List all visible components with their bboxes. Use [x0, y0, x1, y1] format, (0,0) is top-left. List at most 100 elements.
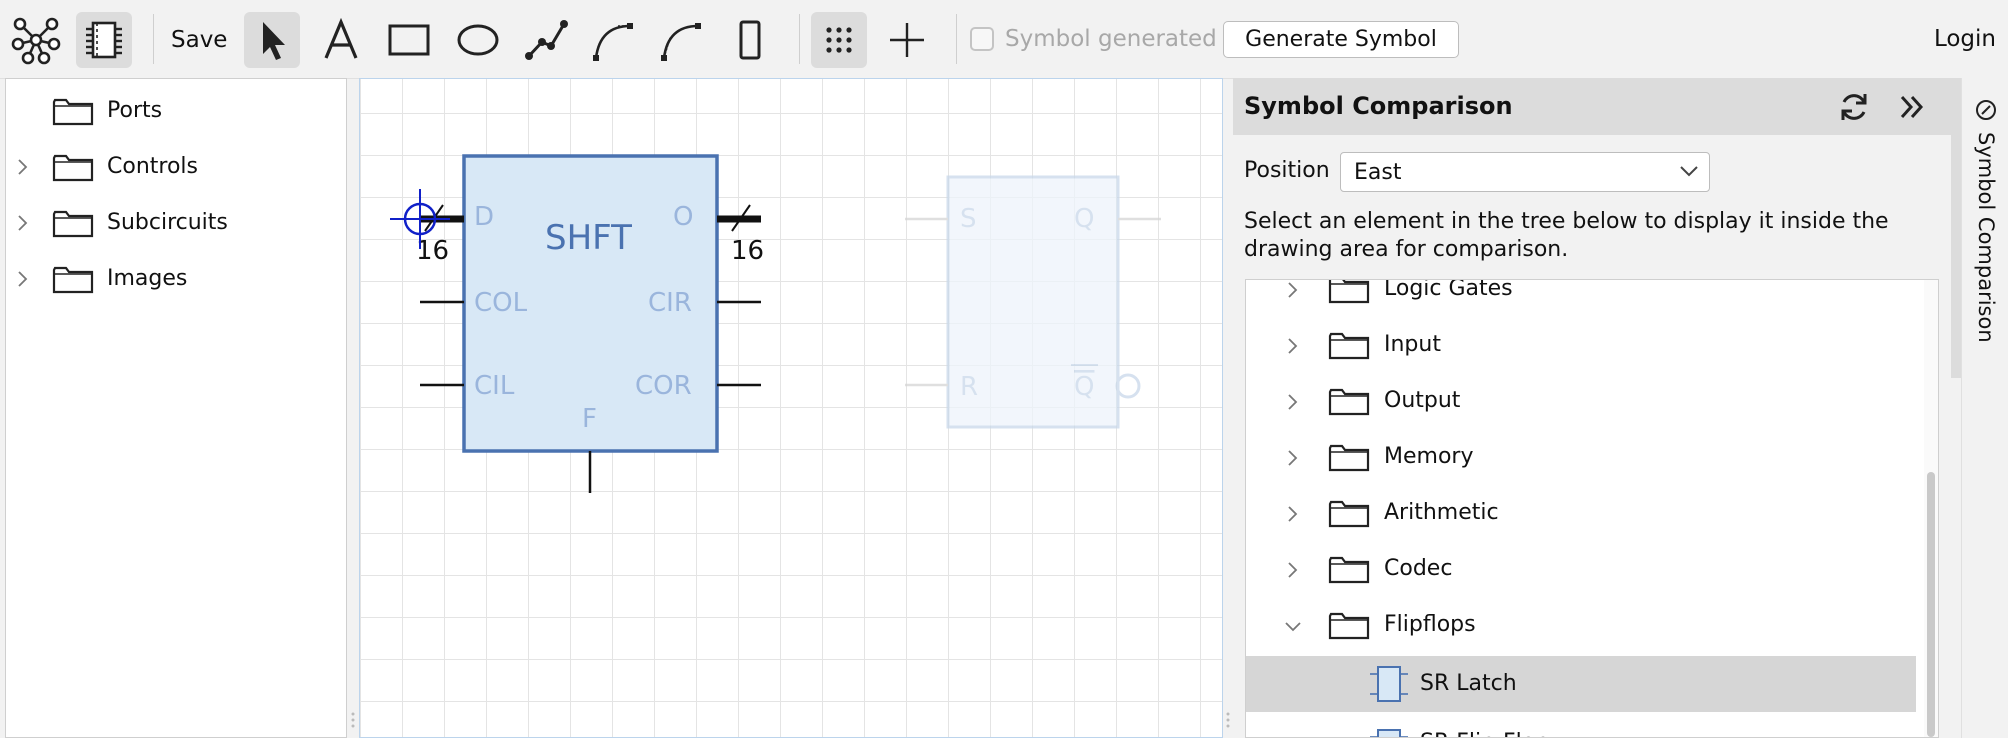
generate-symbol-button[interactable]: Generate Symbol — [1223, 21, 1459, 58]
chevron-right-icon — [1288, 506, 1298, 522]
select-tool-button[interactable] — [244, 12, 300, 68]
side-tab-label: Symbol Comparison — [1974, 132, 1998, 343]
refresh-button[interactable] — [1837, 90, 1871, 124]
tree-item-label: Controls — [107, 154, 198, 179]
tree-item-controls[interactable]: Controls — [6, 145, 344, 189]
pointer-arrow-icon — [263, 22, 285, 60]
compare-tab-icon — [1976, 100, 1996, 120]
tree-item-logic-gates[interactable]: Logic Gates — [1246, 279, 1916, 314]
toolbar-separator — [799, 14, 800, 64]
shft-symbol[interactable]: 16 16 SHFT D O COL CIR CIL COR F — [416, 154, 764, 493]
chevron-right-icon — [1288, 450, 1298, 466]
curve-tool-button[interactable] — [586, 12, 642, 68]
drawing-canvas[interactable]: S Q R Q 16 16 SHFT D O COL CIR CIL COR F — [359, 78, 1223, 738]
tree-scrollbar-thumb[interactable] — [1927, 472, 1935, 737]
pin-label-cor: COR — [635, 371, 692, 401]
side-tab-symbol-comparison[interactable]: Symbol Comparison — [1962, 78, 2008, 378]
refresh-icon — [1841, 94, 1867, 120]
tree-item-label: Codec — [1384, 556, 1453, 581]
symbol-view-button[interactable] — [76, 12, 132, 68]
pin-tool-button[interactable] — [722, 12, 778, 68]
tree-item-label: Input — [1384, 332, 1441, 357]
position-select[interactable]: East — [1340, 152, 1710, 192]
panel-scrollbar[interactable] — [1951, 78, 1961, 378]
folder-icon — [1328, 388, 1370, 416]
folder-icon — [1328, 556, 1370, 584]
chevron-down-icon — [1680, 166, 1698, 177]
tree-item-label: SR Latch — [1420, 671, 1517, 696]
ellipse-icon — [457, 24, 499, 56]
folder-icon — [52, 154, 94, 182]
tree-item-flipflops[interactable]: Flipflops — [1246, 600, 1916, 650]
tree-item-arithmetic[interactable]: Arithmetic — [1246, 488, 1916, 538]
save-button[interactable]: Save — [171, 26, 227, 54]
panel-title: Symbol Comparison — [1244, 92, 1513, 120]
text-a-icon — [324, 18, 358, 59]
collapse-panel-button[interactable] — [1895, 90, 1929, 124]
polyline-tool-button[interactable] — [518, 12, 574, 68]
folder-icon — [52, 98, 94, 126]
tree-item-subcircuits[interactable]: Subcircuits — [6, 201, 344, 245]
folder-icon — [52, 210, 94, 238]
canvas-drawing: S Q R Q 16 16 SHFT D O COL CIR CIL COR F — [390, 154, 1161, 493]
origin-toggle-button[interactable] — [879, 12, 935, 68]
tree-item-sr-latch[interactable]: SR Latch — [1246, 656, 1916, 712]
folder-icon — [52, 266, 94, 294]
chevron-right-icon — [18, 159, 28, 175]
crosshair-icon — [890, 23, 924, 57]
pin-label-cil: CIL — [474, 371, 515, 401]
pin-label-qbar: Q — [1074, 372, 1094, 402]
position-value: East — [1354, 160, 1402, 185]
tree-item-ports[interactable]: Ports — [6, 89, 344, 133]
component-tree-panel: Ports Controls Subcircuits Images — [5, 78, 347, 738]
chevron-right-icon — [1288, 394, 1298, 410]
pin-label-d: D — [474, 202, 494, 232]
graph-view-button[interactable] — [8, 12, 64, 68]
bezier-edit-icon — [661, 23, 701, 61]
pin-label-f: F — [582, 404, 597, 434]
symbol-generated-checkbox[interactable] — [970, 27, 994, 51]
pin-label-cir: CIR — [648, 288, 692, 318]
folder-icon — [1328, 612, 1370, 640]
grid-toggle-button[interactable] — [811, 12, 867, 68]
tree-item-label: Logic Gates — [1384, 279, 1513, 301]
chevron-right-icon — [18, 215, 28, 231]
chevron-right-icon — [18, 271, 28, 287]
tree-scrollbar[interactable] — [1924, 280, 1938, 737]
splitter-grip-icon — [1226, 712, 1230, 728]
tree-item-input[interactable]: Input — [1246, 320, 1916, 370]
toolbar: Save Symbol generated Generate Symbol Lo… — [0, 0, 2008, 79]
position-label: Position — [1244, 158, 1330, 183]
tree-item-label: Memory — [1384, 444, 1474, 469]
login-button[interactable]: Login — [1934, 26, 1996, 52]
rectangle-tool-button[interactable] — [381, 12, 437, 68]
pin-label-o: O — [673, 202, 693, 232]
ellipse-tool-button[interactable] — [450, 12, 506, 68]
rectangle-icon — [388, 24, 430, 56]
symbol-generated-label: Symbol generated — [1005, 26, 1217, 52]
tree-item-images[interactable]: Images — [6, 257, 344, 301]
tree-item-sr-flip-flop[interactable]: SR Flip-Flop — [1246, 718, 1916, 737]
folder-icon — [1328, 500, 1370, 528]
tree-item-label: Arithmetic — [1384, 500, 1499, 525]
tree-item-label: Output — [1384, 388, 1461, 413]
tree-item-codec[interactable]: Codec — [1246, 544, 1916, 594]
left-splitter[interactable] — [347, 78, 357, 738]
pin-label-col: COL — [474, 288, 528, 318]
toolbar-separator — [956, 14, 957, 64]
chevron-right-icon — [1288, 282, 1298, 298]
folder-icon — [1328, 280, 1370, 304]
pin-label-q: Q — [1074, 204, 1094, 234]
flipflop-symbol-icon — [1370, 666, 1408, 702]
symbol-comparison-panel: Symbol Comparison Position East Select a… — [1233, 78, 1951, 738]
curve-edit-tool-button[interactable] — [654, 12, 710, 68]
toolbar-separator — [153, 14, 154, 64]
chevron-right-icon — [1288, 338, 1298, 354]
tree-item-output[interactable]: Output — [1246, 376, 1916, 426]
right-splitter[interactable] — [1223, 78, 1233, 738]
network-graph-icon — [11, 17, 61, 65]
grid-dots-icon — [826, 27, 852, 53]
splitter-grip-icon — [351, 712, 355, 728]
tree-item-memory[interactable]: Memory — [1246, 432, 1916, 482]
text-tool-button[interactable] — [313, 12, 369, 68]
